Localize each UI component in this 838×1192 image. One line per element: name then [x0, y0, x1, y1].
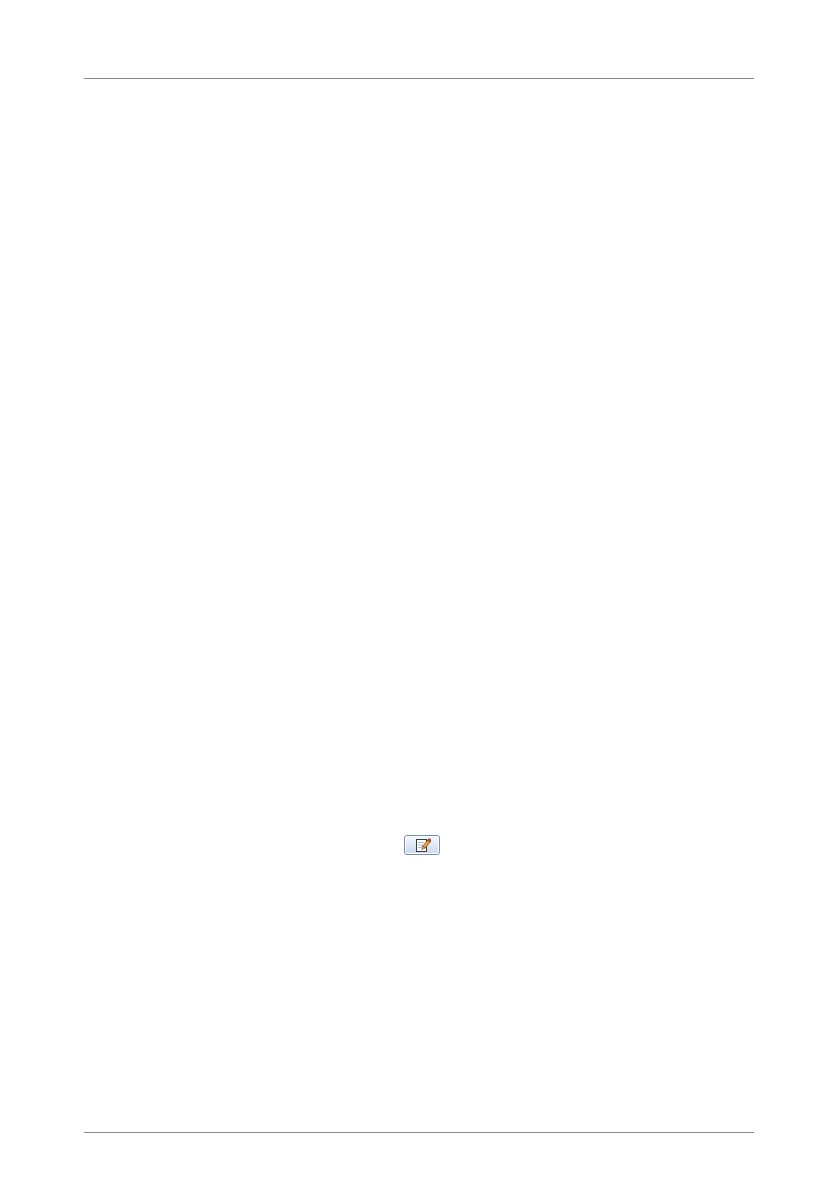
- edit-button[interactable]: [404, 835, 440, 855]
- footer-rule: [84, 1132, 754, 1133]
- document-page: [0, 0, 838, 1192]
- header-rule: [84, 78, 754, 79]
- pencil-notepad-icon: [416, 838, 431, 852]
